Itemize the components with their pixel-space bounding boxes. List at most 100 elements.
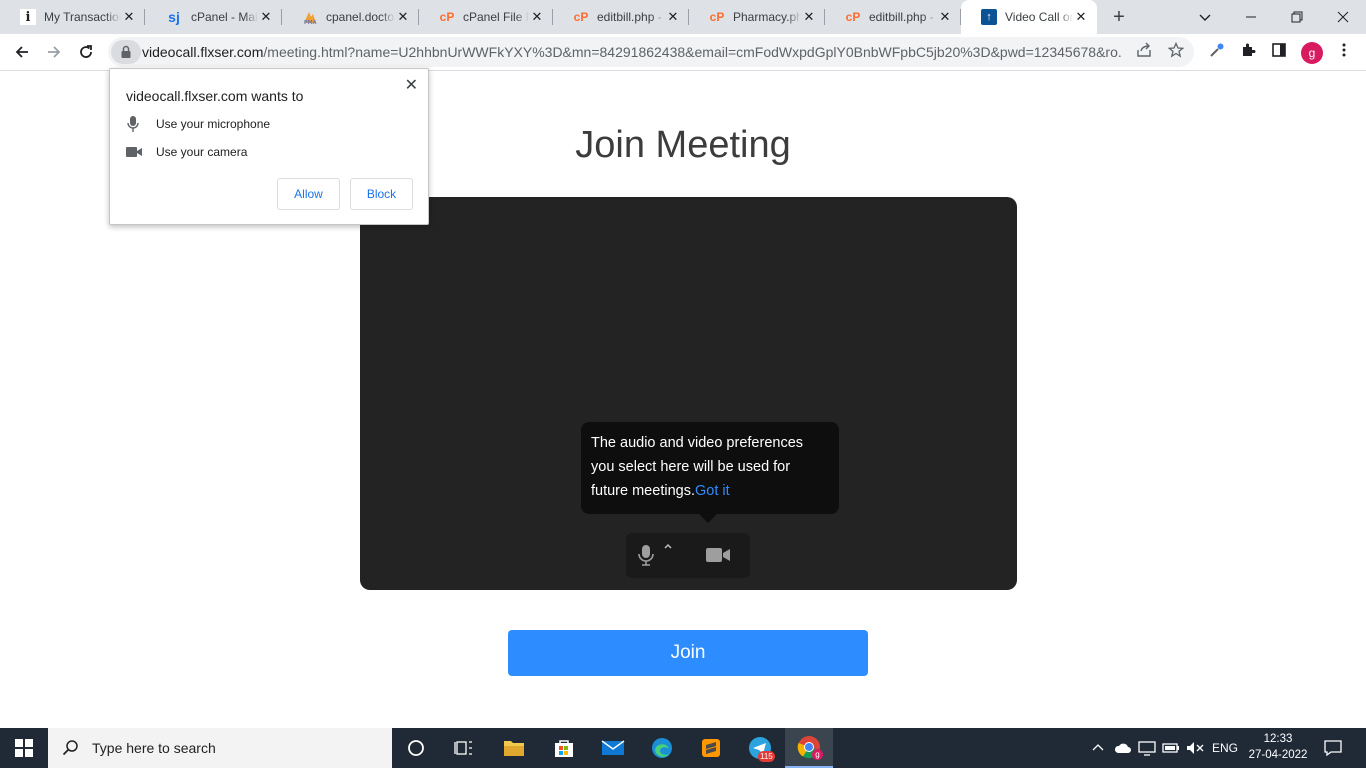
eyedropper-extension-icon[interactable]	[1206, 42, 1228, 64]
tab-title: My Transactions	[44, 10, 121, 24]
side-panel-icon[interactable]	[1268, 42, 1290, 64]
tab-search-icon[interactable]	[1182, 0, 1228, 34]
tab-pharmacy[interactable]: cP Pharmacy.php ✕	[689, 0, 825, 34]
forward-icon[interactable]	[40, 38, 68, 66]
address-bar[interactable]: videocall.flxser.com/meeting.html?name=U…	[108, 37, 1194, 67]
clock[interactable]: 12:33 27-04-2022	[1238, 731, 1318, 763]
close-tab-icon[interactable]: ✕	[121, 9, 137, 25]
tab-title: Pharmacy.php	[733, 10, 801, 24]
permission-microphone-row: Use your microphone	[126, 115, 270, 133]
volume-muted-icon[interactable]	[1186, 738, 1204, 758]
phpmyadmin-icon: PMA	[302, 9, 318, 25]
tab-my-transactions[interactable]: i My Transactions ✕	[0, 0, 145, 34]
cpanel-icon: cP	[439, 10, 455, 24]
windows-taskbar: Type here to search 115 g ENG 12:33 27-0…	[0, 728, 1366, 768]
taskbar-search-box[interactable]: Type here to search	[48, 728, 392, 768]
cpanel-icon: cP	[709, 10, 725, 24]
block-button[interactable]: Block	[350, 178, 413, 210]
preferences-tooltip: The audio and video preferences you sele…	[581, 422, 839, 523]
language-indicator[interactable]: ENG	[1212, 741, 1238, 755]
got-it-link[interactable]: Got it	[695, 483, 730, 499]
tab-title: editbill.php -	[869, 10, 934, 24]
tab-strip: i My Transactions ✕ sj cPanel - Main ✕ P…	[0, 0, 1366, 34]
bookmark-star-icon[interactable]	[1166, 41, 1186, 62]
tab-editbill-2[interactable]: cP editbill.php - ✕	[825, 0, 961, 34]
cortana-icon[interactable]	[392, 728, 440, 768]
lock-icon[interactable]	[111, 40, 141, 64]
notifications-icon[interactable]	[1324, 739, 1342, 760]
close-tab-icon[interactable]: ✕	[1073, 9, 1089, 25]
videocam-icon	[126, 146, 156, 158]
allow-button[interactable]: Allow	[277, 178, 340, 210]
onedrive-icon[interactable]	[1114, 738, 1132, 757]
tab-title: Video Call on	[1005, 10, 1073, 24]
permission-microphone-label: Use your microphone	[156, 117, 271, 131]
upload-icon: ↑	[981, 9, 997, 25]
mail-icon[interactable]	[589, 728, 637, 768]
sublime-text-icon[interactable]	[687, 728, 735, 768]
reload-icon[interactable]	[72, 38, 100, 66]
display-icon[interactable]	[1138, 738, 1156, 759]
chrome-profile-badge: g	[812, 749, 823, 760]
tab-cpanel-file-manager[interactable]: cP cPanel File Manager ✕	[419, 0, 553, 34]
url-path: /meeting.html?name=U2hhbnUrWWFkYXY%3D&mn…	[263, 44, 1122, 60]
show-hidden-icons-icon[interactable]	[1092, 738, 1104, 756]
microphone-icon[interactable]	[636, 542, 656, 568]
new-tab-icon[interactable]: +	[1108, 6, 1130, 28]
microsoft-store-icon[interactable]	[540, 728, 588, 768]
join-button[interactable]: Join	[508, 630, 868, 676]
tab-phpmyadmin[interactable]: PMA cpanel.doctors ✕	[282, 0, 419, 34]
close-tab-icon[interactable]: ✕	[258, 9, 274, 25]
url-text[interactable]: videocall.flxser.com/meeting.html?name=U…	[142, 44, 1122, 60]
close-tab-icon[interactable]: ✕	[665, 9, 681, 25]
video-preview: The audio and video preferences you sele…	[360, 197, 1017, 590]
tab-title: editbill.php -	[597, 10, 662, 24]
share-icon[interactable]	[1134, 42, 1154, 62]
close-tab-icon[interactable]: ✕	[801, 9, 817, 25]
restore-icon[interactable]	[1274, 0, 1320, 34]
extensions-icon[interactable]	[1237, 42, 1259, 64]
close-tab-icon[interactable]: ✕	[529, 9, 545, 25]
tab-cpanel-main[interactable]: sj cPanel - Main ✕	[145, 0, 282, 34]
cpanel-icon: cP	[573, 10, 589, 24]
browser-toolbar: videocall.flxser.com/meeting.html?name=U…	[0, 34, 1366, 71]
tab-editbill-1[interactable]: cP editbill.php - ✕	[553, 0, 689, 34]
close-window-icon[interactable]	[1320, 0, 1366, 34]
profile-avatar[interactable]: g	[1301, 42, 1323, 64]
permission-camera-label: Use your camera	[156, 145, 248, 159]
chevron-up-icon[interactable]	[662, 539, 674, 551]
windows-start-icon[interactable]	[0, 728, 48, 768]
menu-icon[interactable]	[1333, 42, 1355, 64]
task-view-icon[interactable]	[440, 728, 488, 768]
tab-title: cpanel.doctors	[326, 10, 395, 24]
search-placeholder: Type here to search	[92, 740, 216, 756]
clock-time: 12:33	[1263, 733, 1293, 745]
back-icon[interactable]	[8, 38, 36, 66]
telegram-icon[interactable]: 115	[736, 728, 784, 768]
microphone-icon	[126, 115, 156, 133]
info-icon: i	[20, 9, 36, 25]
permission-camera-row: Use your camera	[126, 145, 247, 159]
url-host: videocall.flxser.com	[142, 44, 264, 60]
close-icon[interactable]: ✕	[405, 75, 418, 95]
tab-title: cPanel File Manager	[463, 10, 529, 24]
close-tab-icon[interactable]: ✕	[395, 9, 411, 25]
svg-text:PMA: PMA	[304, 20, 317, 25]
permission-title: videocall.flxser.com wants to	[126, 88, 304, 104]
media-controls	[626, 533, 750, 578]
edge-icon[interactable]	[638, 728, 686, 768]
search-icon	[62, 739, 80, 757]
clock-date: 27-04-2022	[1248, 749, 1308, 761]
battery-icon[interactable]	[1162, 738, 1180, 757]
tooltip-arrow	[699, 514, 717, 523]
chrome-icon[interactable]: g	[785, 728, 833, 768]
minimize-icon[interactable]	[1228, 0, 1274, 34]
close-tab-icon[interactable]: ✕	[937, 9, 953, 25]
camera-icon[interactable]	[705, 545, 731, 565]
sj-icon: sj	[168, 9, 180, 25]
permission-popup: videocall.flxser.com wants to ✕ Use your…	[109, 68, 429, 225]
tab-video-call[interactable]: ↑ Video Call on ✕	[961, 0, 1097, 34]
file-explorer-icon[interactable]	[490, 728, 538, 768]
tab-title: cPanel - Main	[191, 10, 258, 24]
cpanel-icon: cP	[845, 10, 861, 24]
